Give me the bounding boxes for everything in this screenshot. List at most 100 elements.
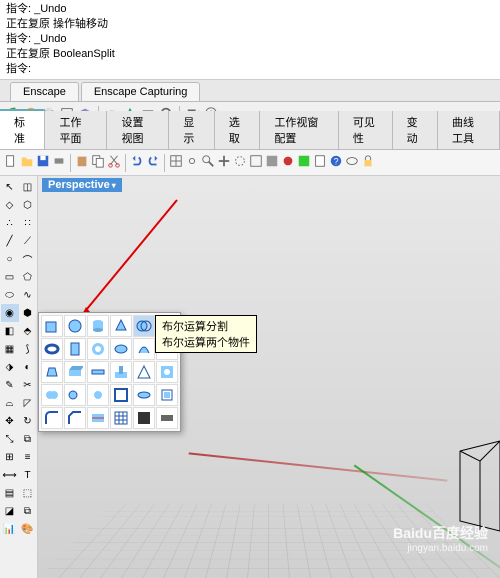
layers2-icon[interactable] [297, 154, 311, 171]
undo-icon[interactable] [130, 154, 144, 171]
paste-icon[interactable] [75, 154, 89, 171]
rotate2-icon[interactable]: ↻ [19, 412, 37, 430]
tube-icon[interactable] [87, 338, 109, 360]
boolean-icon[interactable]: ⬢ [19, 304, 37, 322]
array-icon[interactable]: ⊞ [1, 448, 19, 466]
point-icon[interactable]: ∴ [1, 214, 19, 232]
chamfer-icon[interactable]: ◸ [19, 394, 37, 412]
shell-icon[interactable] [110, 384, 132, 406]
boolean-int-icon[interactable] [87, 384, 109, 406]
open-icon[interactable] [20, 154, 34, 171]
cylinder-icon[interactable] [87, 315, 109, 337]
mesh-icon[interactable]: ▦ [1, 340, 19, 358]
scale-icon[interactable]: ⤡ [1, 430, 19, 448]
tab-standard[interactable]: 标准 [0, 109, 45, 149]
print-icon[interactable] [52, 154, 66, 171]
cmd-prompt[interactable]: 指令: [6, 62, 494, 77]
extrude-crv-icon[interactable] [41, 361, 63, 383]
loft-icon[interactable]: ⬗ [1, 358, 19, 376]
curve-icon[interactable]: ∿ [19, 286, 37, 304]
lasso-icon[interactable]: ◫ [19, 178, 37, 196]
tab-transform[interactable]: 变动 [393, 111, 438, 149]
mesh-box-icon[interactable] [110, 407, 132, 429]
layer-icon[interactable]: ▤ [1, 484, 19, 502]
extract-icon[interactable] [156, 384, 178, 406]
render-icon[interactable] [281, 154, 295, 171]
redo-icon[interactable] [146, 154, 160, 171]
help-icon[interactable]: ? [329, 154, 343, 171]
revolve-icon[interactable]: ◐ [19, 358, 37, 376]
dup-icon[interactable]: ⧉ [19, 502, 37, 520]
new-icon[interactable] [4, 154, 18, 171]
solid-icon[interactable]: ◉ [1, 304, 19, 322]
render2-icon[interactable]: 🎨 [19, 520, 37, 538]
rib-icon[interactable] [133, 361, 155, 383]
torus-icon[interactable] [41, 338, 63, 360]
slab-icon[interactable] [87, 361, 109, 383]
wire-cut-icon[interactable] [87, 407, 109, 429]
sweep-icon[interactable]: ⟆ [19, 340, 37, 358]
tab-curvetools[interactable]: 曲线工具 [438, 111, 500, 149]
align-icon[interactable]: ≡ [19, 448, 37, 466]
cplane-icon[interactable]: ◇ [1, 196, 19, 214]
tab-display[interactable]: 显示 [169, 111, 214, 149]
group-icon[interactable]: ⬚ [19, 484, 37, 502]
snap-icon[interactable] [185, 154, 199, 171]
arc-icon[interactable]: ⌒ [19, 250, 37, 268]
ellipsoid-icon[interactable] [110, 338, 132, 360]
box-icon[interactable] [41, 315, 63, 337]
boss-icon[interactable] [110, 361, 132, 383]
prop-icon[interactable] [313, 154, 327, 171]
tab-visibility[interactable]: 可见性 [339, 111, 393, 149]
rotate-icon[interactable] [233, 154, 247, 171]
lock-icon[interactable] [361, 154, 375, 171]
boolean-split-icon[interactable] [133, 315, 155, 337]
dim-icon[interactable]: ⟷ [1, 466, 19, 484]
pan-icon[interactable] [217, 154, 231, 171]
mesh-sphere-icon[interactable] [133, 407, 155, 429]
chamfer-edge-icon[interactable] [64, 407, 86, 429]
sphere-icon[interactable] [64, 315, 86, 337]
cap-icon[interactable] [133, 384, 155, 406]
hole-icon[interactable] [156, 361, 178, 383]
tab-enscape-capturing[interactable]: Enscape Capturing [81, 82, 201, 101]
line-icon[interactable]: ╱ [1, 232, 19, 250]
ellipse-icon[interactable]: ⬭ [1, 286, 19, 304]
zoom-extents-icon[interactable] [249, 154, 263, 171]
trim-icon[interactable]: ✂ [19, 376, 37, 394]
polygon-icon[interactable]: ⬠ [19, 268, 37, 286]
surface-icon[interactable]: ◧ [1, 322, 19, 340]
tab-select[interactable]: 选取 [215, 111, 260, 149]
extrude-srf-icon[interactable] [64, 361, 86, 383]
circle-icon[interactable]: ○ [1, 250, 19, 268]
grid-icon[interactable] [169, 154, 183, 171]
paraboloid-icon[interactable] [133, 338, 155, 360]
boolean-union-icon[interactable] [41, 384, 63, 406]
pointer-icon[interactable]: ↖ [1, 178, 19, 196]
viewport-label[interactable]: Perspective [42, 178, 122, 192]
analyze-icon[interactable]: 📊 [1, 520, 19, 538]
shade-icon[interactable] [265, 154, 279, 171]
mirror-icon[interactable]: ⧉ [19, 430, 37, 448]
extrude-icon[interactable]: ⬘ [19, 322, 37, 340]
fillet-edge-icon[interactable] [41, 407, 63, 429]
text-icon[interactable]: T [19, 466, 37, 484]
mesh-plane-icon[interactable] [156, 407, 178, 429]
rect-icon[interactable]: ▭ [1, 268, 19, 286]
fillet-icon[interactable]: ⌓ [1, 394, 19, 412]
hide-icon[interactable] [345, 154, 359, 171]
save-icon[interactable] [36, 154, 50, 171]
zoom-icon[interactable] [201, 154, 215, 171]
tab-viewsetup[interactable]: 设置视图 [107, 111, 169, 149]
tab-enscape[interactable]: Enscape [10, 82, 79, 101]
move-icon[interactable]: ✥ [1, 412, 19, 430]
copy-icon[interactable] [91, 154, 105, 171]
cone-icon[interactable] [110, 315, 132, 337]
cut-icon[interactable] [107, 154, 121, 171]
tab-workplane[interactable]: 工作平面 [45, 111, 107, 149]
tab-viewportcfg[interactable]: 工作视窗配置 [260, 111, 338, 149]
boolean-diff-icon[interactable] [64, 384, 86, 406]
polyline-icon[interactable]: ⟋ [19, 232, 37, 250]
link-icon[interactable]: ⬡ [19, 196, 37, 214]
edit-icon[interactable]: ✎ [1, 376, 19, 394]
